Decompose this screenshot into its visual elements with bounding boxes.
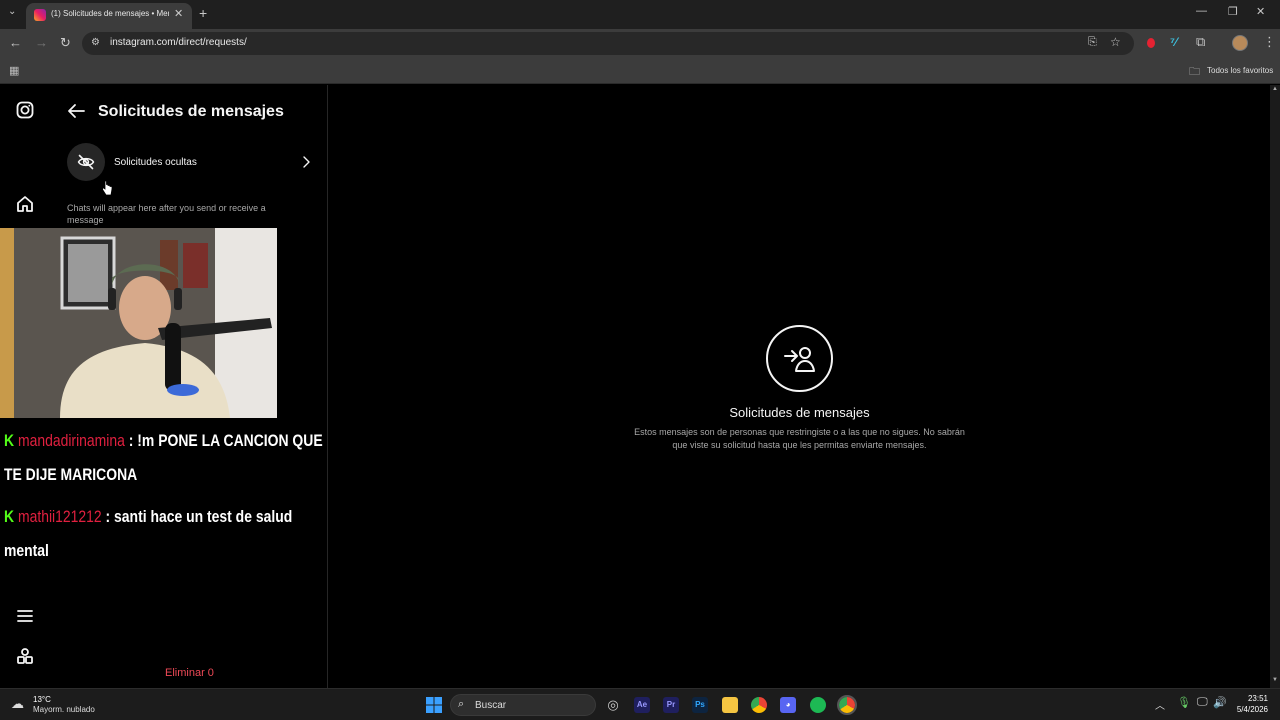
microphone-icon[interactable]: 🎙 [1177, 696, 1191, 709]
threads-apps-icon[interactable] [16, 647, 34, 665]
hidden-requests-circle [67, 143, 105, 181]
kick-badge-icon: K [4, 431, 15, 450]
hidden-requests-row[interactable]: Solicitudes ocultas [67, 143, 313, 181]
empty-state-description: Estos mensajes son de personas que restr… [634, 427, 965, 450]
webcam-picture [0, 228, 277, 418]
scroll-down-icon[interactable]: ▼ [1272, 677, 1278, 683]
home-icon[interactable] [16, 195, 34, 213]
window-close-icon[interactable]: ✕ [1256, 5, 1265, 18]
requests-main-area: Solicitudes de mensajes Estos mensajes s… [329, 85, 1270, 688]
back-icon[interactable]: ← [9, 35, 22, 50]
windows-taskbar: ☁ 13°C Mayorm. nublado ⌕ Buscar ◎ Ae Pr … [0, 688, 1280, 720]
stream-chat-message-continuation: TE DIJE MARICONA [4, 465, 138, 484]
stream-chat-message: K mandadirinamina : !m PONE LA CANCION Q… [4, 424, 323, 458]
url-text: instagram.com/direct/requests/ [110, 37, 247, 48]
stream-chat-message: K mathii121212 : santi hace un test de s… [4, 500, 292, 534]
reload-icon[interactable]: ↻ [60, 35, 71, 51]
extension-red-icon[interactable] [1147, 38, 1155, 48]
chrome-app-icon[interactable] [751, 697, 767, 713]
tab-close-icon[interactable]: ✕ [174, 7, 183, 20]
back-arrow-icon[interactable] [67, 103, 85, 119]
browser-toolbar: ← → ↻ ⚙ instagram.com/direct/requests/ ⎘… [0, 29, 1280, 58]
search-icon: ⌕ [458, 698, 465, 710]
instagram-page: Solicitudes de mensajes Solicitudes ocul… [0, 85, 1280, 688]
browser-tab-bar: ⌄ (1) Solicitudes de mensajes • Men ✕ + … [0, 0, 1280, 29]
network-icon[interactable]: 🖵 [1197, 696, 1208, 709]
instagram-logo-icon[interactable] [16, 101, 34, 119]
tab-search-chevron-icon[interactable]: ⌄ [8, 6, 16, 17]
bookmark-star-icon[interactable]: ☆ [1110, 35, 1121, 49]
all-bookmarks-folder[interactable]: Todos los favoritos [1207, 66, 1273, 75]
instagram-favicon-icon [34, 9, 46, 21]
minimize-icon[interactable]: — [1196, 5, 1207, 17]
volume-icon[interactable]: 🔊 [1213, 696, 1227, 709]
clock-time[interactable]: 23:51 [1236, 694, 1268, 703]
discord-app-icon[interactable]: ◕ [780, 697, 796, 713]
stream-chat-message-continuation: mental [4, 541, 49, 560]
spotify-app-icon[interactable] [810, 697, 826, 713]
kick-badge-icon: K [4, 507, 15, 526]
hidden-requests-label: Solicitudes ocultas [114, 157, 197, 168]
new-tab-icon[interactable]: + [199, 5, 207, 21]
chat-username: mandadirinamina [17, 431, 125, 450]
address-bar[interactable]: ⚙ instagram.com/direct/requests/ ⎘ ☆ [82, 32, 1134, 55]
browser-tab[interactable]: (1) Solicitudes de mensajes • Men ✕ [26, 3, 192, 29]
more-menu-icon[interactable] [16, 607, 34, 625]
delete-requests-link[interactable]: Eliminar 0 [165, 667, 214, 679]
file-explorer-app-icon[interactable] [722, 697, 738, 713]
chat-username: mathii121212 [17, 507, 102, 526]
person-add-icon [784, 347, 815, 372]
panel-title: Solicitudes de mensajes [98, 103, 284, 120]
clock-date[interactable]: 5/4/2026 [1232, 705, 1268, 714]
photoshop-app-icon[interactable]: Ps [692, 697, 708, 713]
requests-icon-circle [766, 325, 833, 392]
apps-grid-icon[interactable]: ▦ [9, 64, 19, 77]
weather-description: Mayorm. nublado [33, 705, 95, 714]
weather-cloud-icon[interactable]: ☁ [11, 696, 24, 712]
chat-message-text: : !m PONE LA CANCION QUE [128, 431, 323, 450]
tab-title: (1) Solicitudes de mensajes • Men [51, 9, 169, 18]
browser-menu-icon[interactable]: ⋮ [1263, 34, 1276, 50]
restore-icon[interactable]: ❐ [1228, 5, 1238, 18]
extensions-puzzle-icon[interactable]: ⧉ [1196, 34, 1205, 50]
extension-translate-icon[interactable]: ⁷⁄ [1170, 35, 1177, 49]
taskbar-search-label: Buscar [475, 700, 507, 711]
chevron-right-icon [303, 156, 310, 168]
taskbar-search[interactable]: ⌕ Buscar [450, 694, 596, 716]
windows-start-icon[interactable] [426, 697, 442, 713]
chrome-active-app-icon[interactable] [837, 695, 857, 715]
tray-chevron-icon[interactable]: ︿ [1155, 697, 1165, 712]
scroll-up-icon[interactable]: ▲ [1272, 86, 1278, 92]
folder-icon: 🗀 [1189, 66, 1200, 78]
weather-temperature: 13°C [33, 695, 51, 704]
forward-icon[interactable]: → [35, 35, 48, 50]
premiere-app-icon[interactable]: Pr [663, 697, 679, 713]
chat-message-text: : santi hace un test de salud [105, 507, 293, 526]
empty-state-title: Solicitudes de mensajes [729, 405, 870, 420]
after-effects-app-icon[interactable]: Ae [634, 697, 650, 713]
webcam-overlay [0, 228, 277, 418]
eye-off-icon [77, 154, 95, 170]
install-app-icon[interactable]: ⎘ [1088, 36, 1097, 49]
site-info-icon[interactable]: ⚙ [91, 37, 100, 48]
page-scrollbar[interactable]: ▲ ▼ [1270, 85, 1280, 688]
copilot-app-icon[interactable]: ◎ [605, 697, 621, 713]
empty-chats-note: Chats will appear here after you send or… [67, 203, 266, 225]
hand-cursor-icon [102, 180, 113, 196]
bookmarks-bar: ▦ 🗀 Todos los favoritos [0, 58, 1280, 84]
profile-avatar[interactable] [1232, 35, 1248, 51]
